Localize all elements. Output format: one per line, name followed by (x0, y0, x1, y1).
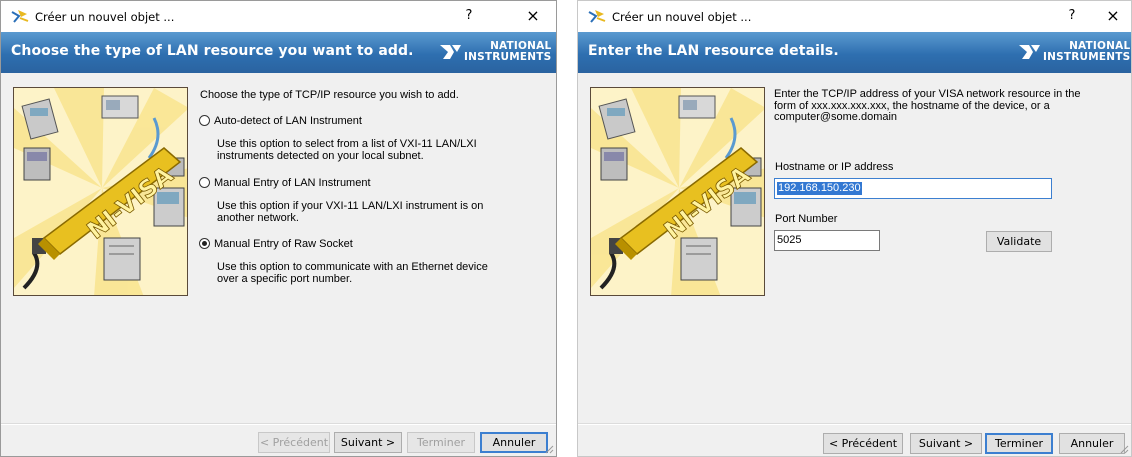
resize-grip-icon[interactable] (544, 444, 554, 454)
ni-visa-illustration: NI-VISA (590, 87, 765, 296)
ni-eagle-icon (440, 45, 461, 59)
close-button[interactable]: × (518, 5, 548, 27)
dialog-lan-resource-details: Créer un nouvel objet ... ? × Enter the … (577, 0, 1132, 457)
national-instruments-logo: NATIONAL INSTRUMENTS (1019, 41, 1131, 65)
previous-button[interactable]: < Précédent (258, 432, 330, 453)
ni-visa-illustration: NI-VISA (13, 87, 188, 296)
port-input[interactable]: 5025 (774, 230, 880, 251)
previous-button[interactable]: < Précédent (823, 433, 903, 454)
footer-divider-highlight (1, 424, 556, 425)
option-label-manual-lan[interactable]: Manual Entry of LAN Instrument (214, 177, 371, 189)
dialog-body: NI-VISA Enter the TCP/IP address of your… (578, 73, 1131, 421)
logo-line-2: INSTRUMENTS (464, 51, 552, 63)
validate-button[interactable]: Validate (986, 231, 1052, 252)
option-desc-auto-detect: Use this option to select from a list of… (217, 138, 477, 162)
hostname-input[interactable]: 192.168.150.230 (774, 178, 1052, 199)
option-label-auto-detect[interactable]: Auto-detect of LAN Instrument (214, 115, 362, 127)
option-label-raw-socket[interactable]: Manual Entry of Raw Socket (214, 238, 353, 250)
cancel-button[interactable]: Annuler (480, 432, 548, 453)
finish-button[interactable]: Terminer (985, 433, 1053, 454)
help-button[interactable]: ? (457, 5, 481, 27)
header-banner: Enter the LAN resource details. NATIONAL… (578, 32, 1131, 73)
window-title: Créer un nouvel objet ... (612, 10, 752, 24)
port-label: Port Number (775, 213, 838, 225)
banner-title: Enter the LAN resource details. (588, 43, 839, 59)
help-button[interactable]: ? (1060, 5, 1084, 27)
hostname-value[interactable]: 192.168.150.230 (777, 182, 862, 195)
close-button[interactable]: × (1098, 5, 1128, 27)
dialog-body: NI-VISA Choose the type of TCP/IP resour… (1, 73, 556, 421)
radio-auto-detect[interactable] (199, 115, 210, 126)
window-title: Créer un nouvel objet ... (35, 10, 175, 24)
hostname-label: Hostname or IP address (775, 161, 894, 173)
option-desc-raw-socket: Use this option to communicate with an E… (217, 261, 488, 285)
option-desc-manual-lan: Use this option if your VXI-11 LAN/LXI i… (217, 200, 484, 224)
title-bar: Créer un nouvel objet ... ? × (1, 1, 556, 32)
resize-grip-icon[interactable] (1119, 444, 1129, 454)
type-prompt: Choose the type of TCP/IP resource you w… (200, 89, 459, 101)
ni-visa-app-icon (11, 10, 29, 23)
dialog-lan-resource-type: Créer un nouvel objet ... ? × Choose the… (0, 0, 557, 457)
ni-visa-app-icon (588, 10, 606, 23)
next-button[interactable]: Suivant > (334, 432, 402, 453)
cancel-button[interactable]: Annuler (1059, 433, 1125, 454)
ni-eagle-icon (1019, 45, 1040, 59)
ni-visa-artwork: NI-VISA (14, 88, 187, 295)
header-banner: Choose the type of LAN resource you want… (1, 32, 556, 73)
banner-title: Choose the type of LAN resource you want… (11, 43, 414, 59)
national-instruments-logo: NATIONAL INSTRUMENTS (440, 41, 552, 65)
finish-button[interactable]: Terminer (407, 432, 475, 453)
ni-visa-artwork: NI-VISA (591, 88, 764, 295)
footer-divider-highlight (578, 424, 1131, 425)
radio-manual-lan[interactable] (199, 177, 210, 188)
next-button[interactable]: Suivant > (910, 433, 982, 454)
logo-line-2: INSTRUMENTS (1043, 51, 1131, 63)
details-intro: Enter the TCP/IP address of your VISA ne… (774, 88, 1081, 123)
radio-raw-socket[interactable] (199, 238, 210, 249)
port-value[interactable]: 5025 (777, 234, 801, 247)
title-bar: Créer un nouvel objet ... ? × (578, 1, 1131, 32)
